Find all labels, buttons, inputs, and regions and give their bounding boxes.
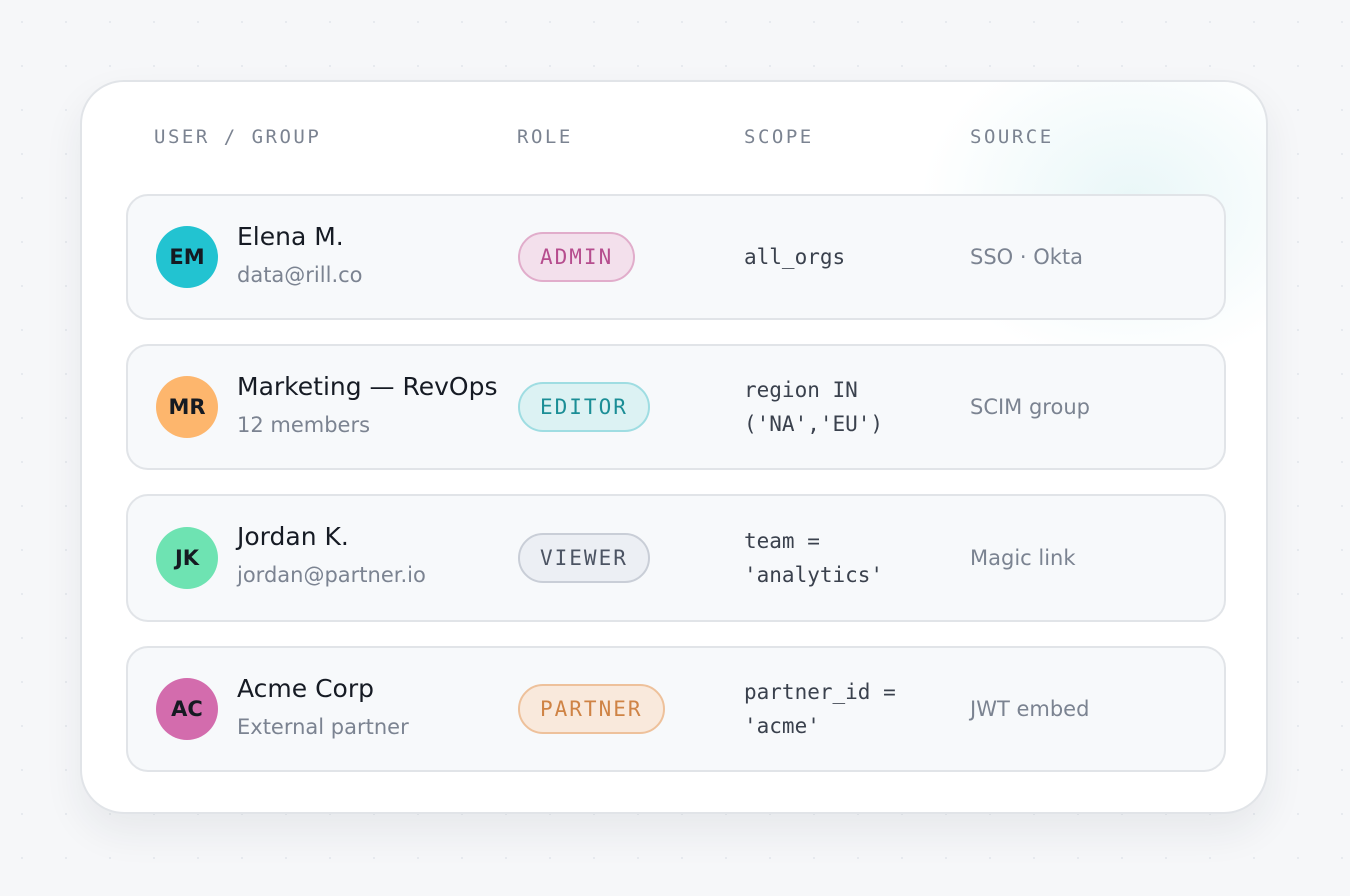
group-subtitle: External partner xyxy=(237,715,409,739)
avatar: EM xyxy=(156,226,218,288)
table-row[interactable]: AC Acme Corp External partner PARTNER pa… xyxy=(126,646,1226,772)
scope-value: region IN ('NA','EU') xyxy=(744,378,884,436)
user-name: Jordan K. xyxy=(237,522,349,551)
table-header: USER / GROUP ROLE SCOPE SOURCE xyxy=(82,126,1266,156)
group-name: Acme Corp xyxy=(237,674,374,703)
table-row[interactable]: MR Marketing — RevOps 12 members EDITOR … xyxy=(126,344,1226,470)
header-scope: SCOPE xyxy=(744,126,814,148)
group-name: Marketing — RevOps xyxy=(237,372,498,401)
access-table-card: USER / GROUP ROLE SCOPE SOURCE EM Elena … xyxy=(80,80,1268,814)
scope-value: team = 'analytics' xyxy=(744,529,884,587)
source-value: SCIM group xyxy=(970,395,1090,419)
user-subtitle: data@rill.co xyxy=(237,263,363,287)
role-badge[interactable]: PARTNER xyxy=(518,684,665,734)
header-user-group: USER / GROUP xyxy=(154,126,322,148)
table-row[interactable]: JK Jordan K. jordan@partner.io VIEWER te… xyxy=(126,494,1226,622)
header-source: SOURCE xyxy=(970,126,1054,148)
avatar: MR xyxy=(156,376,218,438)
scope-value: all_orgs xyxy=(744,245,846,269)
source-value: JWT embed xyxy=(970,697,1090,721)
scope-value: partner_id = 'acme' xyxy=(744,680,896,738)
avatar: JK xyxy=(156,527,218,589)
role-badge[interactable]: ADMIN xyxy=(518,232,636,282)
role-badge[interactable]: VIEWER xyxy=(518,533,650,583)
avatar: AC xyxy=(156,678,218,740)
user-name: Elena M. xyxy=(237,222,344,251)
table-row[interactable]: EM Elena M. data@rill.co ADMIN all_orgs … xyxy=(126,194,1226,320)
source-value: SSO · Okta xyxy=(970,245,1084,269)
group-subtitle: 12 members xyxy=(237,413,371,437)
header-role: ROLE xyxy=(517,126,573,148)
source-value: Magic link xyxy=(970,546,1076,570)
user-subtitle: jordan@partner.io xyxy=(237,563,426,587)
role-badge[interactable]: EDITOR xyxy=(518,382,650,432)
